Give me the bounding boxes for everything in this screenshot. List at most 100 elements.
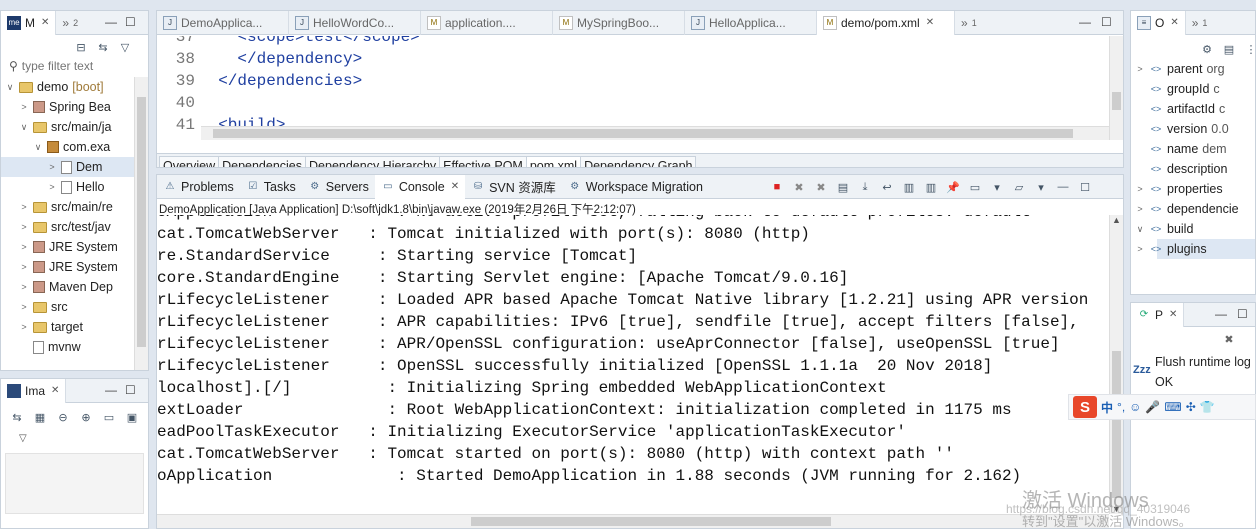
close-icon[interactable]: ✕ (51, 385, 59, 396)
image-view-icon[interactable]: ▦ (32, 409, 48, 425)
close-icon[interactable]: ✕ (1169, 309, 1177, 320)
scroll-thumb[interactable] (1112, 351, 1121, 498)
tab-project-explorer[interactable]: me M ✕ (1, 11, 57, 35)
tree-item[interactable]: mvnw (1, 337, 134, 357)
expanded-chevron-icon[interactable]: ∨ (33, 142, 43, 153)
pom-subtab[interactable]: Dependencies (219, 155, 307, 167)
display-console-icon[interactable]: ▭ (967, 179, 983, 195)
editor-tab[interactable]: J HelloWordCo... (289, 11, 421, 35)
console-area-tab[interactable]: ☑ Tasks (240, 175, 302, 199)
fit-icon[interactable]: ▣ (124, 409, 140, 425)
collapsed-chevron-icon[interactable]: > (19, 282, 29, 292)
filter-input[interactable] (21, 59, 132, 73)
link-editor-icon[interactable]: ⇆ (95, 39, 111, 55)
console-hscroll[interactable] (157, 514, 1109, 528)
pom-subtab[interactable]: Dependency Graph (581, 155, 697, 167)
minimize-icon[interactable]: — (1215, 307, 1227, 321)
tree-item[interactable]: > Maven Dep (1, 277, 134, 297)
maximize-icon[interactable]: ☐ (1237, 307, 1248, 321)
tree-item[interactable]: > Hello (1, 177, 134, 197)
console-area-tab[interactable]: ⚙ Servers (302, 175, 375, 199)
dropdown-icon[interactable]: ▾ (989, 179, 1005, 195)
pin-console-icon[interactable]: 📌 (945, 179, 961, 195)
tree-item[interactable]: ∨ com.exa (1, 137, 134, 157)
ime-mode[interactable]: 中 (1101, 399, 1113, 416)
collapsed-chevron-icon[interactable]: > (19, 102, 29, 112)
collapsed-chevron-icon[interactable]: > (1135, 64, 1145, 74)
console-output[interactable]: oApplication : No active profile set, fa… (157, 215, 1109, 514)
minimize-icon[interactable]: — (105, 383, 117, 397)
sync-icon[interactable]: ⇆ (9, 409, 25, 425)
close-icon[interactable]: ✕ (451, 181, 459, 192)
editor-tab[interactable]: Mapplication.... (421, 11, 553, 35)
outline-item[interactable]: <> version 0.0 (1151, 119, 1255, 139)
scroll-up-icon[interactable]: ▲ (1112, 215, 1121, 225)
collapsed-chevron-icon[interactable]: > (1135, 204, 1145, 214)
tab-overflow[interactable]: » 2 (56, 11, 84, 35)
console-area-tab[interactable]: ⛁ SVN 资源库 (465, 175, 562, 199)
expanded-chevron-icon[interactable]: ∨ (19, 122, 29, 133)
outline-item[interactable]: > <> properties (1137, 179, 1255, 199)
emoji-icon[interactable]: ☺ (1129, 400, 1141, 414)
maximize-icon[interactable]: ☐ (125, 15, 136, 29)
code-line[interactable]: <scope>test</scope> (199, 36, 419, 46)
console-area-tab[interactable]: ▭ Console ✕ (374, 175, 466, 199)
tree-item[interactable]: > src/test/jav (1, 217, 134, 237)
scroll-lock-icon[interactable]: ⤓ (857, 179, 873, 195)
tab-overflow[interactable]: » 1 (955, 11, 983, 35)
console-area-tab[interactable]: ⚠ Problems (157, 175, 240, 199)
terminate-icon[interactable]: ■ (769, 179, 785, 195)
zoom-in-icon[interactable]: ⊕ (78, 409, 94, 425)
explorer-vscroll[interactable] (134, 77, 148, 370)
close-icon[interactable]: ✕ (41, 17, 49, 28)
collapsed-chevron-icon[interactable]: > (19, 322, 29, 332)
tab-progress[interactable]: ⟳ P ✕ (1131, 303, 1185, 327)
scroll-thumb[interactable] (137, 97, 146, 347)
pom-subtab[interactable]: Effective POM (440, 155, 527, 167)
view-menu-icon[interactable]: ▽ (117, 39, 133, 55)
tree-item[interactable]: > JRE System (1, 257, 134, 277)
editor-vscroll[interactable] (1109, 36, 1123, 140)
outline-item[interactable]: <> artifactId c (1151, 99, 1255, 119)
tree-item[interactable]: ∨ demo [boot] (1, 77, 134, 97)
close-icon[interactable]: ✕ (926, 17, 934, 28)
code-area[interactable]: 37 <scope>test</scope> 38 </dependency> 39… (157, 36, 1109, 140)
remove-launch-icon[interactable]: ✖ (791, 179, 807, 195)
minimize-icon[interactable]: — (1079, 15, 1091, 29)
more-icon[interactable]: ⋮ (1243, 41, 1256, 57)
collapse-icon[interactable]: ▤ (1221, 41, 1237, 57)
collapsed-chevron-icon[interactable]: > (47, 162, 57, 172)
console-area-tab[interactable]: ⚙ Workspace Migration (562, 175, 709, 199)
console-vscroll[interactable]: ▲ ▼ (1109, 215, 1123, 514)
tree-item[interactable]: > src (1, 297, 134, 317)
tab-overflow[interactable]: » 1 (1186, 11, 1214, 35)
dropdown-icon[interactable]: ▽ (19, 433, 27, 444)
collapsed-chevron-icon[interactable]: > (19, 242, 29, 252)
expanded-chevron-icon[interactable]: ∨ (5, 82, 15, 93)
outline-item[interactable]: <> name dem (1151, 139, 1255, 159)
scroll-thumb[interactable] (471, 517, 831, 526)
collapsed-chevron-icon[interactable]: > (1135, 244, 1145, 254)
keyboard-icon[interactable]: ⌨ (1164, 400, 1181, 414)
collapsed-chevron-icon[interactable]: > (19, 262, 29, 272)
maximize-icon[interactable]: ☐ (1077, 179, 1093, 195)
clear-console-icon[interactable]: ▤ (835, 179, 851, 195)
tree-item[interactable]: > src/main/re (1, 197, 134, 217)
maximize-icon[interactable]: ☐ (125, 383, 136, 397)
ime-punct[interactable]: °, (1117, 400, 1125, 414)
expanded-chevron-icon[interactable]: ∨ (1135, 224, 1145, 235)
tree-item[interactable]: ∨ src/main/ja (1, 117, 134, 137)
tab-outline[interactable]: ≡ O ✕ (1131, 11, 1186, 35)
maximize-icon[interactable]: ☐ (1101, 15, 1112, 29)
filter-icon[interactable]: ⚙ (1199, 41, 1215, 57)
outline-item[interactable]: ∨ <> build (1137, 219, 1255, 239)
scroll-thumb[interactable] (1112, 92, 1121, 110)
toolbox-icon[interactable]: ✣ (1186, 400, 1196, 414)
editor-tab[interactable]: Mdemo/pom.xml ✕ (817, 11, 955, 35)
collapse-all-icon[interactable]: ⊟ (73, 39, 89, 55)
zoom-out-icon[interactable]: ⊖ (55, 409, 71, 425)
pom-subtab[interactable]: pom.xml (526, 155, 582, 167)
outline-item[interactable]: > <> parent org (1137, 59, 1255, 79)
skin-icon[interactable]: 👕 (1200, 400, 1215, 414)
minimize-icon[interactable]: — (1055, 179, 1071, 195)
